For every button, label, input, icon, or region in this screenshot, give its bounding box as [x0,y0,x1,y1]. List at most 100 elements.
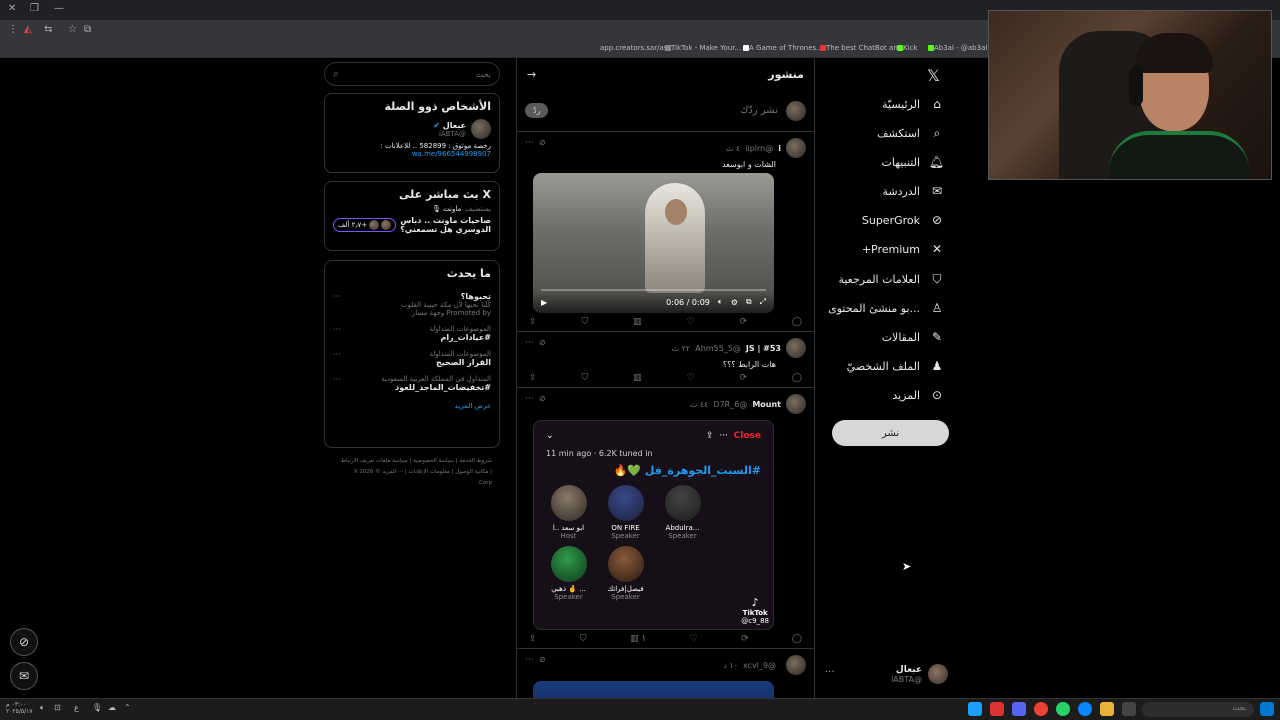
pip-icon[interactable]: ⧉ [746,297,752,307]
grok-icon[interactable]: ⊘ [539,655,546,664]
grok-icon[interactable]: ⊘ [539,394,546,403]
tweet-handle[interactable]: @D7R_6 [713,400,747,409]
like-icon[interactable]: ♡ [687,373,695,383]
avatar[interactable] [786,394,806,414]
tweet-time[interactable]: ٢٢ ث [672,344,691,353]
tweet-handle[interactable]: @iiplrn [745,144,773,153]
volume-icon[interactable]: 🔈︎ [40,703,45,713]
views-icon[interactable]: ▥ ١ [630,634,646,644]
avatar[interactable] [786,138,806,158]
live-panel[interactable]: X بث مباشر على يستضيف ماونت 🎙 صاحيات ماو… [324,181,500,251]
tweet-author[interactable]: #53 | JS [746,344,781,353]
whatsapp-icon[interactable] [1056,702,1070,716]
show-more-link[interactable]: عرض المزيد [333,402,491,410]
avatar[interactable] [786,338,806,358]
edge-icon[interactable] [1078,702,1092,716]
account-switcher[interactable]: عبعال @iABTA [824,662,948,686]
person-name[interactable]: عبعال ✔ [433,121,466,130]
retweet-icon[interactable]: ⟳ [739,317,747,327]
trend-item[interactable]: الموضوعات المتداولة #عيادات_رام ··· [333,325,491,342]
x-logo-icon[interactable]: 𝕏 [927,66,940,85]
more-icon[interactable]: ··· [333,350,341,359]
search-input[interactable]: بحث ⌕ [324,62,500,86]
bookmark-icon[interactable]: ⛉ [581,317,588,327]
nav-notifications[interactable]: 🔔︎ التنبيهات [882,151,944,173]
tweet-time[interactable]: ١٠ د [723,661,738,670]
chrome-icon[interactable] [1034,702,1048,716]
live-listeners-badge[interactable]: +٢٫٧ ألف [333,218,397,232]
menu-icon[interactable]: ⋮ [8,24,18,35]
reply-tweet[interactable]: #53 | JS @Ahm55_5 ٢٢ ث ··· ⊘ هات الرابط … [517,332,814,388]
share-icon[interactable]: ⇪ [529,373,537,383]
volume-icon[interactable]: 🔈︎ [718,297,723,307]
tweet-time[interactable]: ٤٤ ث [690,400,709,409]
minimize-window-icon[interactable]: — [54,3,64,14]
grok-icon[interactable]: ⊘ [10,628,38,656]
store-icon[interactable] [1122,702,1136,716]
more-icon[interactable]: ··· [333,375,341,384]
restore-window-icon[interactable]: ❐ [30,3,39,14]
nav-bookmarks[interactable]: ⛉ العلامات المرجعية [838,268,944,290]
install-icon[interactable]: ⧉ [84,24,91,35]
more-icon[interactable]: ··· [333,292,341,301]
retweet-icon[interactable]: ⟳ [741,634,749,644]
nav-explore[interactable]: ⌕ استكشف [877,122,944,144]
extension-icon[interactable]: ◭ [24,24,32,35]
reply-icon[interactable]: ◯ [792,634,802,644]
bookmark-item[interactable]: TikTok - Make Your... [662,44,741,52]
settings-icon[interactable]: ⚙ [731,298,738,307]
tweet-handle[interactable]: @xcvl_9 [743,661,776,670]
reply-button[interactable]: ردّ [525,103,549,118]
notification-icon[interactable]: ☁ [108,703,116,712]
trend-item[interactable]: الموضوعات المتداولة القرار الصحيح ··· [333,350,491,367]
views-icon[interactable]: ▥ [633,373,642,383]
nav-chat[interactable]: ✉ الدردشة [882,180,944,202]
tweet-author[interactable]: i [778,144,781,153]
like-icon[interactable]: ♡ [690,634,698,644]
views-icon[interactable]: ▥ [633,317,642,327]
more-icon[interactable]: ··· [525,655,534,665]
app-icon[interactable] [990,702,1004,716]
nav-premium[interactable]: ✕ Premium+ [862,238,944,260]
avatar[interactable] [786,655,806,675]
bookmark-item[interactable]: A Game of Thrones... [740,44,823,52]
grok-icon[interactable]: ⊘ [539,138,546,147]
discord-icon[interactable] [1012,702,1026,716]
account-more-icon[interactable]: ··· [825,667,835,678]
reply-icon[interactable]: ◯ [792,373,802,383]
fullscreen-icon[interactable]: ⤢ [760,297,766,307]
more-icon[interactable]: ··· [525,394,534,404]
retweet-icon[interactable]: ⟳ [739,373,747,383]
share-icon[interactable]: ⇪ [529,317,537,327]
reply-tweet[interactable]: Mount @D7R_6 ٤٤ ث ··· ⊘ ⌄ ⇪ ··· Close 11… [517,388,814,649]
network-icon[interactable]: ⊡ [54,703,61,712]
close-window-icon[interactable]: ✕ [8,3,16,14]
footer-links[interactable]: شروط الخدمة | سياسة الخصوصية | سياسة ملف… [340,456,492,489]
trend-item[interactable]: المتداول في المملكة العربية السعودية #تخ… [333,375,491,392]
bookmark-item[interactable]: The best ChatBot an... [817,44,904,52]
post-button[interactable]: نشر [832,420,949,446]
nav-home[interactable]: ⌂ الرئيسيّة [882,93,944,115]
mic-icon[interactable]: 🎙︎ [92,703,102,712]
steam-icon[interactable] [968,702,982,716]
grok-icon[interactable]: ⊘ [539,338,546,347]
relevant-person[interactable]: عبعال ✔ @iABTA [333,119,491,139]
space-screenshot[interactable]: ⌄ ⇪ ··· Close 11 min ago · 6.2K tuned in… [533,420,774,630]
nav-creator-studio[interactable]: ♙ ...بو منشئ المحتوى [828,297,944,319]
avatar[interactable] [471,119,491,139]
clock[interactable]: ٠٣:٠٠ م ٢٠٢٥/٥/١٧ [6,701,33,715]
nav-profile[interactable]: ♟ الملف الشخصيّ [847,355,944,377]
nav-supergrok[interactable]: ⊘ SuperGrok [862,209,944,231]
video-player[interactable]: ▶ 0:06 / 0:09 🔈︎ ⚙ ⧉ ⤢ [533,173,774,313]
tweet-media[interactable] [533,681,774,698]
messages-icon[interactable]: ✉ [10,662,38,690]
tweet-handle[interactable]: @Ahm55_5 [695,344,741,353]
share-icon[interactable]: ⇪ [529,634,537,644]
reply-tweet[interactable]: @xcvl_9 ١٠ د ··· ⊘ [517,649,814,698]
start-icon[interactable] [1260,702,1274,716]
trend-item[interactable]: تحبوها؟ كُلنا نحبها لأن مكة حبيبة القلوب… [333,292,491,317]
play-icon[interactable]: ▶ [541,298,547,307]
reply-tweet[interactable]: i @iiplrn ٤ ث ··· ⊘ الشات و ابوسعد ▶ 0:0… [517,132,814,332]
more-icon[interactable]: ··· [525,138,534,148]
nav-articles[interactable]: ✎ المقالات [882,326,944,348]
